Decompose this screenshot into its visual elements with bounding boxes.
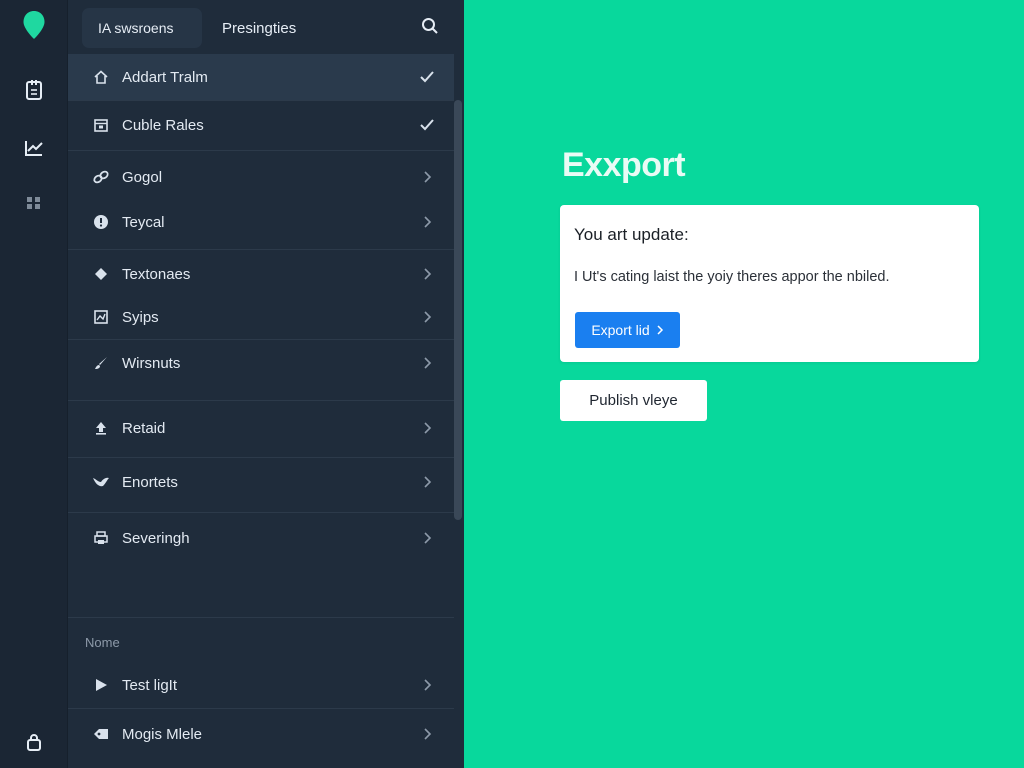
check-icon [418,116,436,134]
chevron-right-icon [418,419,436,437]
home-icon [92,68,110,86]
list-item-11[interactable]: Mogis Mlele [68,712,454,756]
list-item-label: Teycal [122,213,165,231]
tab-bar: IA swsroens Presingties [68,0,464,54]
publish-button-label: Publish vleye [589,392,678,409]
list-item-2[interactable]: Gogol [68,155,454,199]
tag-icon [92,725,110,743]
chevron-right-icon [418,265,436,283]
list-item-label: Test ligIt [122,676,178,694]
tab-second-label: Presingties [222,19,297,37]
tab-second[interactable]: Presingties [206,8,312,48]
divider [68,100,454,101]
section-label: Nome [85,635,120,650]
brush-icon [92,354,110,372]
list-item-10[interactable]: Test ligIt [68,663,454,707]
list-item-5[interactable]: Syips [68,295,454,339]
list-item-3[interactable]: Teycal [68,200,454,244]
list-item-6[interactable]: Wirsnuts [68,341,454,385]
app-window: IA swsroens Presingties Addart Tralm Cub… [0,0,1024,768]
lock-icon[interactable] [0,726,68,758]
update-card: You art update: I Ut's cating laist the … [560,205,979,362]
info-icon [92,213,110,231]
list-item-label: Gogol [122,168,163,186]
divider [68,617,454,618]
main-area: Exxport You art update: I Ut's cating la… [464,0,1024,768]
chevron-right-icon [418,213,436,231]
check-icon [418,68,436,86]
logo-pin-icon[interactable] [0,9,68,41]
search-button[interactable] [416,12,444,40]
list-item-0[interactable]: Addart Tralm [68,54,454,100]
chevron-right-icon [418,676,436,694]
list-item-label: Mogis Mlele [122,725,203,743]
divider [68,339,454,340]
export-button-label: Export lid [591,322,650,338]
settings-panel: IA swsroens Presingties Addart Tralm Cub… [68,0,464,768]
divider [68,512,454,513]
icon-rail [0,0,68,768]
divider [68,150,454,151]
export-button[interactable]: Export lid [575,312,680,348]
chart-icon[interactable] [0,132,68,164]
list-item-label: Cuble Rales [122,116,204,134]
play-icon [92,676,110,694]
list-item-8[interactable]: Enortets [68,460,454,504]
document-icon[interactable] [0,74,68,106]
list-item-4[interactable]: Textonaes [68,252,454,296]
tab-active-label: IA swsroens [98,20,174,36]
chevron-right-icon [418,308,436,326]
link-icon [92,168,110,186]
printer-icon [92,529,110,547]
list-item-label: Severingh [122,529,190,547]
chevron-right-icon [418,354,436,372]
card-heading: You art update: [574,225,689,244]
upload-icon [92,419,110,437]
calendar-icon [92,116,110,134]
list-item-label: Textonaes [122,265,191,283]
page-title: Exxport [562,146,686,184]
diamond-icon [92,265,110,283]
chevron-right-icon [418,725,436,743]
tab-active[interactable]: IA swsroens [82,8,202,48]
search-icon [422,18,438,34]
divider [68,249,454,250]
list-item-9[interactable]: Severingh [68,516,454,560]
card-body-text: I Ut's cating laist the yoiy theres appo… [574,269,890,285]
publish-button[interactable]: Publish vleye [560,380,707,421]
divider [68,708,454,709]
list-item-label: Wirsnuts [122,354,181,372]
chevron-right-icon [656,325,664,335]
chevron-right-icon [418,473,436,491]
chevron-right-icon [418,168,436,186]
list-item-label: Enortets [122,473,178,491]
divider [68,457,454,458]
list-item-label: Syips [122,308,159,326]
image-icon [92,308,110,326]
scrollbar[interactable] [454,100,462,520]
list-item-1[interactable]: Cuble Rales [68,102,454,148]
list-item-label: Addart Tralm [122,68,208,86]
bird-icon [92,473,110,491]
grid-settings-icon[interactable] [0,187,68,219]
list-item-7[interactable]: Retaid [68,406,454,450]
list-item-label: Retaid [122,419,166,437]
divider [68,400,454,401]
chevron-right-icon [418,529,436,547]
